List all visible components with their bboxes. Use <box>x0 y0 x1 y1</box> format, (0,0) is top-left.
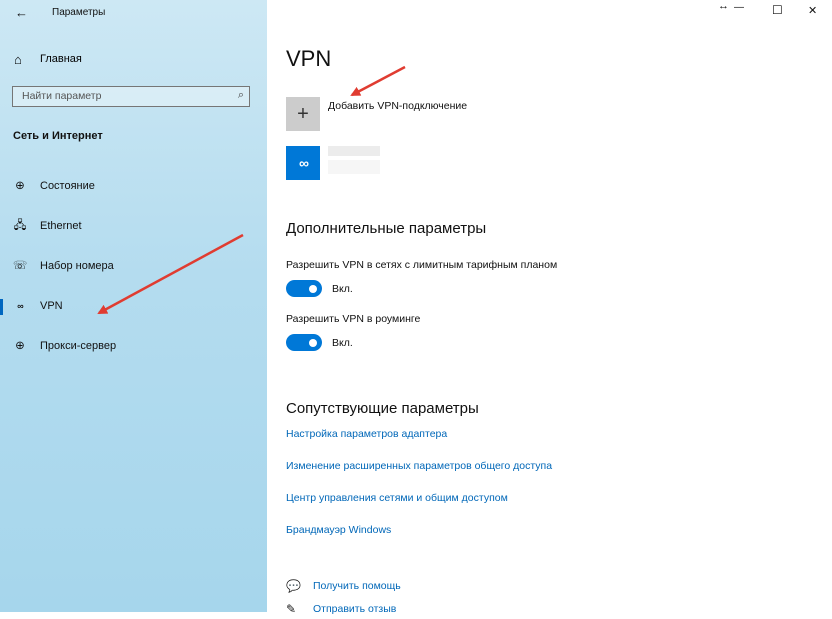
arrow-to-add-vpn <box>350 65 406 97</box>
annotation-arrows <box>97 65 406 315</box>
arrow-to-vpn-nav <box>97 233 244 315</box>
